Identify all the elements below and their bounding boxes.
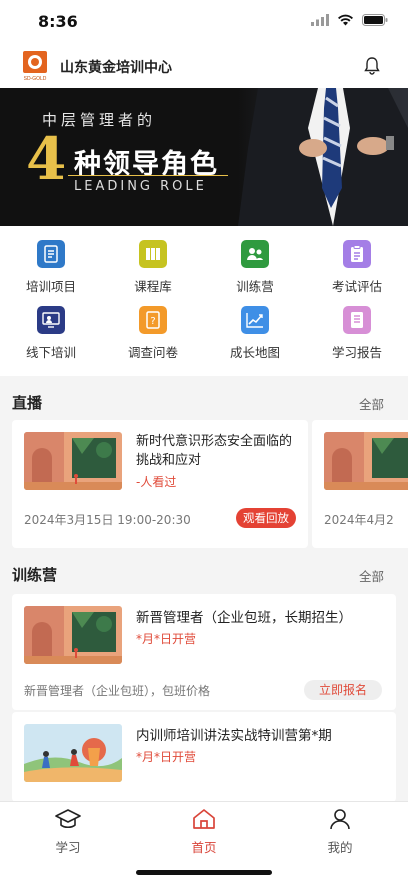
camp-thumbnail xyxy=(24,724,122,782)
tab-home[interactable]: 首页 xyxy=(164,808,244,856)
tab-label: 学习 xyxy=(55,840,81,855)
live-card-row: 新时代意识形态安全面临的挑战和应对 -人看过 2024年3月15日 19:00-… xyxy=(0,420,408,550)
status-icons xyxy=(311,14,388,26)
grid-label: 线下培训 xyxy=(25,345,76,360)
report-icon xyxy=(343,306,371,334)
grid-item-survey[interactable]: ? 调查问卷 xyxy=(102,292,204,362)
camp-thumbnail xyxy=(24,606,122,664)
live-thumbnail xyxy=(324,432,408,490)
live-section-title: 直播 xyxy=(12,394,43,412)
svg-text:SD-GOLD: SD-GOLD xyxy=(24,76,47,81)
live-title: 新时代意识形态安全面临的挑战和应对 xyxy=(136,434,293,468)
camp-title: 新晋管理者（企业包班，长期招生） xyxy=(136,610,352,626)
document-icon xyxy=(37,240,65,268)
sd-gold-logo: SD-GOLD xyxy=(22,51,48,82)
grid-item-growth-map[interactable]: 成长地图 xyxy=(204,292,306,362)
banner-photo-businessman xyxy=(238,88,408,226)
banner-sub-text: LEADING ROLE xyxy=(74,179,207,194)
promo-banner[interactable]: 中层管理者的 4 种领导角色 LEADING ROLE xyxy=(0,88,408,226)
grid-item-exam-evaluation[interactable]: 考试评估 xyxy=(306,226,408,296)
home-indicator xyxy=(136,870,272,875)
growth-chart-icon xyxy=(241,306,269,334)
books-icon xyxy=(139,240,167,268)
category-grid: 培训项目 课程库 训练营 考试评估 线下培训 ? 调查问卷 成长地图 学习报告 xyxy=(0,226,408,376)
clipboard-icon xyxy=(343,240,371,268)
grid-label: 调查问卷 xyxy=(127,345,178,360)
wifi-icon xyxy=(338,14,353,26)
tab-study[interactable]: 学习 xyxy=(28,808,108,856)
camp-more-link[interactable]: 全部 xyxy=(359,566,384,585)
watch-replay-button[interactable]: 观看回放 xyxy=(236,508,296,528)
bell-icon[interactable] xyxy=(362,56,382,76)
grid-item-study-report[interactable]: 学习报告 xyxy=(306,292,408,362)
camp-section-header: 训练营 全部 xyxy=(0,552,408,592)
grid-label: 学习报告 xyxy=(331,345,382,360)
tab-mine[interactable]: 我的 xyxy=(300,808,380,856)
live-date: 2024年3月15日 19:00-20:30 xyxy=(24,513,191,527)
camp-section-title: 训练营 xyxy=(12,566,58,584)
live-date: 2024年4月2 xyxy=(324,513,394,527)
live-thumbnail xyxy=(24,432,122,490)
live-views: -人看过 xyxy=(136,475,177,489)
grid-item-training-camp[interactable]: 训练营 xyxy=(204,226,306,296)
camp-list-item[interactable]: 内训师培训讲法实战特训营第*期 *月*日开营 xyxy=(12,712,396,802)
graduation-cap-icon xyxy=(55,809,81,829)
app-header: SD-GOLD 山东黄金培训中心 xyxy=(0,44,408,88)
grid-item-training-projects[interactable]: 培训项目 xyxy=(0,226,102,296)
app-title: 山东黄金培训中心 xyxy=(60,60,172,76)
camp-title: 内训师培训讲法实战特训营第*期 xyxy=(136,728,332,744)
survey-icon: ? xyxy=(139,306,167,334)
tab-label: 首页 xyxy=(191,840,217,855)
live-more-link[interactable]: 全部 xyxy=(359,394,384,413)
users-icon xyxy=(241,240,269,268)
camp-list-item[interactable]: 新晋管理者（企业包班，长期招生） *月*日开营 新晋管理者（企业包班），包班价格… xyxy=(12,594,396,710)
tab-label: 我的 xyxy=(327,840,353,855)
home-icon xyxy=(193,809,215,829)
camp-start-date: *月*日开营 xyxy=(136,750,197,764)
person-icon xyxy=(330,809,350,830)
battery-icon xyxy=(362,14,388,26)
grid-item-course-library[interactable]: 课程库 xyxy=(102,226,204,296)
grid-label: 成长地图 xyxy=(229,345,280,360)
grid-item-offline-training[interactable]: 线下培训 xyxy=(0,292,102,362)
camp-start-date: *月*日开营 xyxy=(136,632,197,646)
status-bar: 8:36 xyxy=(0,0,408,44)
status-time: 8:36 xyxy=(38,12,78,31)
live-card[interactable]: 新时代意识形态安全面临的挑战和应对 -人看过 2024年3月15日 19:00-… xyxy=(12,420,308,548)
live-card[interactable]: 2024年4月2 xyxy=(312,420,408,548)
banner-number: 4 xyxy=(26,125,67,193)
banner-divider xyxy=(68,175,228,176)
presentation-icon xyxy=(37,306,65,334)
signal-icon xyxy=(311,14,329,26)
camp-meta: 新晋管理者（企业包班），包班价格 xyxy=(24,684,211,698)
live-section-header: 直播 全部 xyxy=(0,380,408,420)
svg-text:?: ? xyxy=(150,316,155,327)
signup-button[interactable]: 立即报名 xyxy=(304,680,382,700)
